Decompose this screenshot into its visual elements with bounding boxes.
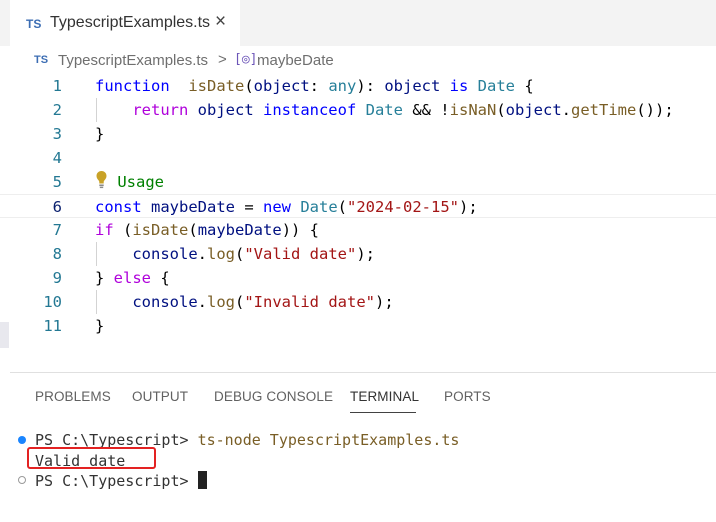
line-number: 5 [52, 173, 62, 191]
tab-problems[interactable]: PROBLEMS [35, 389, 111, 404]
code-line[interactable]: 2 return object instanceof Date && !isNa… [0, 98, 716, 122]
line-number: 8 [52, 245, 62, 263]
code-line[interactable]: 7 if (isDate(maybeDate)) { [0, 218, 716, 242]
line-number: 4 [52, 149, 62, 167]
line-number: 6 [52, 198, 62, 216]
code-text: } [95, 317, 105, 335]
code-text: console.log("Invalid date"); [132, 293, 394, 311]
tab-ports[interactable]: PORTS [444, 389, 491, 404]
tab-output[interactable]: OUTPUT [132, 389, 188, 404]
line-number: 3 [52, 125, 62, 143]
breadcrumb-symbol[interactable]: maybeDate [257, 52, 334, 69]
code-line[interactable]: 5 Usage [0, 170, 716, 194]
line-number: 11 [43, 317, 62, 335]
active-tab-indicator [350, 412, 416, 413]
code-line[interactable]: 6 const maybeDate = new Date("2024-02-15"… [0, 194, 716, 218]
gutter-marker [0, 322, 9, 348]
code-text: Usage [95, 170, 164, 194]
tab-title: TypescriptExamples.ts [50, 14, 211, 31]
code-text: console.log("Valid date"); [132, 245, 375, 263]
code-text: } [95, 125, 105, 143]
symbol-variable-icon: [◎] [234, 52, 258, 67]
terminal-cursor [197, 471, 207, 489]
code-text: if (isDate(maybeDate)) { [95, 221, 320, 239]
line-number: 7 [52, 221, 62, 239]
code-line[interactable]: 9 } else { [0, 266, 716, 290]
terminal-command: ts-node TypescriptExamples.ts [197, 431, 460, 449]
chevron-right-icon: > [218, 51, 227, 68]
close-icon[interactable]: × [215, 12, 226, 32]
code-text: function isDate(object: any): object is … [95, 77, 534, 95]
code-line[interactable]: 4 [0, 146, 716, 170]
terminal-prompt: PS C:\Typescript> [35, 472, 198, 490]
tab-debug-console[interactable]: DEBUG CONSOLE [214, 389, 333, 404]
code-line[interactable]: 11} [0, 314, 716, 338]
code-editor[interactable]: 1 function isDate(object: any): object is… [0, 74, 716, 354]
line-number: 1 [52, 77, 62, 95]
tab-typescript-examples[interactable]: TS TypescriptExamples.ts × [10, 0, 240, 46]
code-text: return object instanceof Date && !isNaN(… [132, 101, 674, 119]
line-number: 9 [52, 269, 62, 287]
line-number: 10 [43, 293, 62, 311]
code-line[interactable]: 3} [0, 122, 716, 146]
code-text: const maybeDate = new Date("2024-02-15")… [95, 198, 478, 216]
command-pending-icon[interactable] [18, 476, 26, 484]
line-number: 2 [52, 101, 62, 119]
breadcrumb: TS TypescriptExamples.ts > [◎] maybeDate [0, 48, 716, 74]
typescript-file-icon: TS [34, 54, 49, 66]
code-line[interactable]: 10 console.log("Invalid date"); [0, 290, 716, 314]
output-highlight-box [27, 447, 156, 469]
command-success-icon[interactable] [18, 436, 26, 444]
lightbulb-icon[interactable] [95, 171, 108, 191]
code-line[interactable]: 1 function isDate(object: any): object is… [0, 74, 716, 98]
editor-tab-bar: TS TypescriptExamples.ts × [0, 0, 716, 46]
terminal-prompt-line: PS C:\Typescript> [35, 471, 207, 491]
panel-divider [10, 372, 716, 373]
panel-tabs: PROBLEMS OUTPUT DEBUG CONSOLE TERMINAL P… [0, 374, 716, 414]
tab-terminal[interactable]: TERMINAL [350, 389, 419, 404]
code-line[interactable]: 8 console.log("Valid date"); [0, 242, 716, 266]
breadcrumb-file[interactable]: TypescriptExamples.ts [58, 52, 208, 69]
code-text: } else { [95, 269, 170, 287]
typescript-file-icon: TS [26, 17, 42, 31]
